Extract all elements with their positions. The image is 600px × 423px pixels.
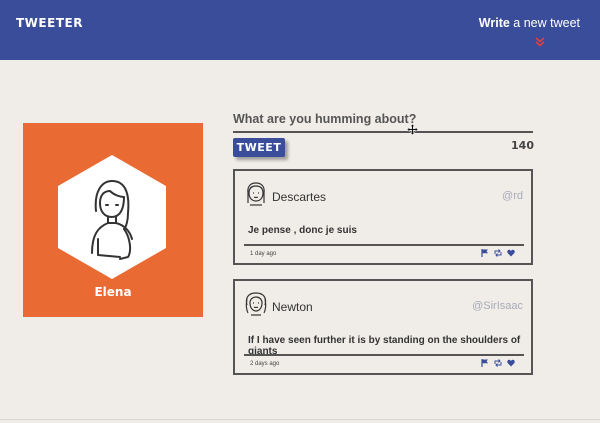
compose-toggle-bold: Write	[478, 16, 510, 30]
avatar	[58, 155, 166, 279]
compose-input[interactable]: What are you humming about?	[233, 112, 416, 126]
tweet-text: Je pense , donc je suis	[248, 225, 357, 236]
compose-underline	[233, 131, 533, 133]
page-bottom-divider	[0, 419, 600, 420]
char-counter: 140	[511, 139, 534, 152]
retweet-icon[interactable]	[494, 359, 502, 367]
tweet-card: Descartes @rd Je pense , donc je suis 1 …	[233, 169, 533, 265]
tweet-handle: @SirIsaac	[472, 300, 523, 312]
chevron-down-icon[interactable]	[534, 36, 546, 48]
flag-icon[interactable]	[481, 359, 489, 367]
tweet-timestamp: 1 day ago	[250, 251, 277, 257]
tweet-button[interactable]: TWEET	[233, 138, 285, 157]
retweet-icon[interactable]	[494, 249, 502, 257]
tweet-actions	[481, 359, 515, 368]
heart-icon[interactable]	[507, 359, 515, 367]
move-cursor-icon	[407, 124, 418, 135]
compose-toggle-text: a new tweet	[509, 16, 580, 30]
tweet-actions	[481, 249, 515, 258]
tweet-handle: @rd	[502, 190, 523, 202]
tweet-divider	[244, 354, 524, 356]
avatar	[247, 182, 265, 206]
tweet-author: Newton	[272, 300, 313, 314]
tweet-timestamp: 2 days ago	[250, 361, 280, 367]
tweet-card: Newton @SirIsaac If I have seen further …	[233, 279, 533, 375]
flag-icon[interactable]	[481, 249, 489, 257]
tweet-author: Descartes	[272, 190, 327, 204]
heart-icon[interactable]	[507, 249, 515, 257]
avatar	[245, 292, 267, 316]
profile-card: Elena	[23, 123, 203, 317]
profile-name: Elena	[94, 285, 132, 299]
write-tweet-toggle[interactable]: Write a new tweet	[479, 16, 580, 30]
top-nav: TWEETER Write a new tweet	[0, 0, 600, 60]
brand-logo[interactable]: TWEETER	[16, 16, 83, 30]
tweet-divider	[244, 244, 524, 246]
